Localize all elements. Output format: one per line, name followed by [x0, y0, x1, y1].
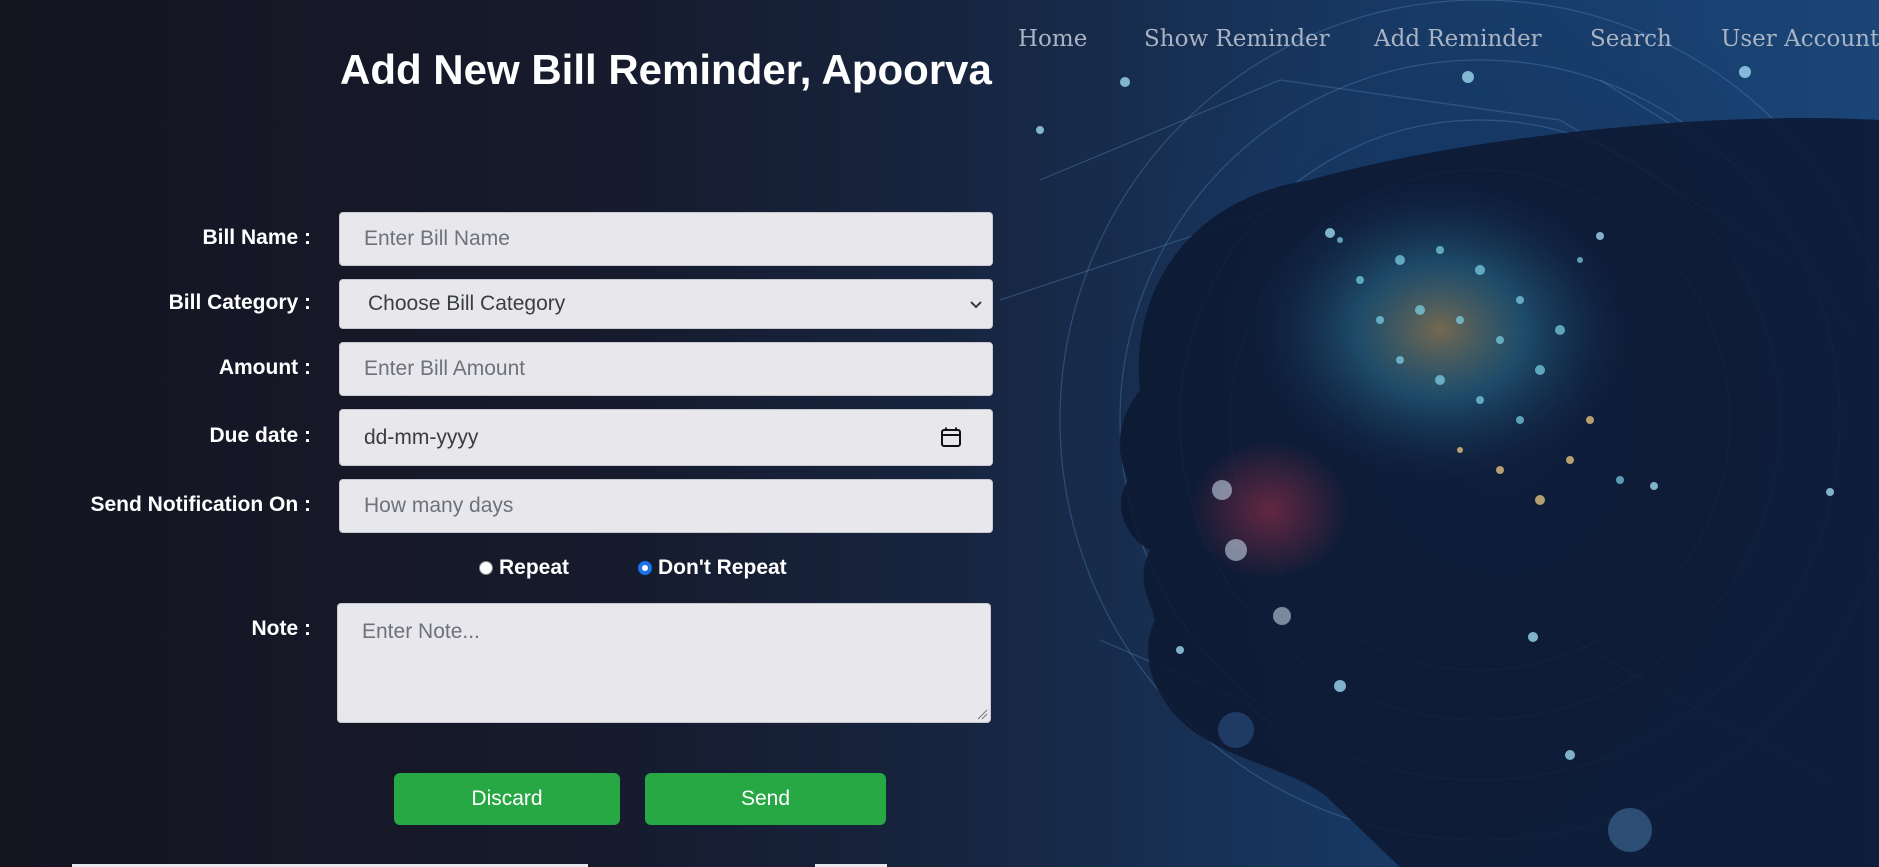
note-label: Note : — [251, 617, 312, 640]
notify-placeholder: How many days — [364, 494, 514, 517]
bill-name-input[interactable]: Enter Bill Name — [339, 212, 993, 266]
notify-days-input[interactable]: How many days — [339, 479, 993, 533]
dont-repeat-radio-label: Don't Repeat — [658, 556, 787, 579]
bill-name-label: Bill Name : — [202, 226, 311, 249]
nav-search[interactable]: Search — [1590, 26, 1672, 52]
chevron-down-icon — [970, 301, 982, 309]
due-date-label: Due date : — [209, 424, 311, 447]
send-button[interactable]: Send — [645, 773, 886, 825]
note-placeholder: Enter Note... — [362, 620, 480, 643]
nav-user-account[interactable]: User Account — [1721, 26, 1879, 52]
note-textarea[interactable]: Enter Note... — [337, 603, 991, 723]
dont-repeat-radio[interactable] — [638, 561, 652, 575]
due-date-input[interactable]: dd-mm-yyyy — [339, 409, 993, 466]
resize-grip-icon[interactable] — [976, 708, 988, 720]
repeat-radio-label: Repeat — [499, 556, 570, 579]
bill-category-select[interactable]: Choose Bill Category — [339, 279, 993, 329]
amount-placeholder: Enter Bill Amount — [364, 357, 526, 380]
notify-label: Send Notification On : — [90, 493, 312, 516]
repeat-radio[interactable] — [479, 561, 493, 575]
nav-show-reminder[interactable]: Show Reminder — [1144, 26, 1330, 52]
amount-label: Amount : — [218, 356, 311, 379]
dont-repeat-radio-option[interactable]: Don't Repeat — [638, 556, 787, 580]
amount-input[interactable]: Enter Bill Amount — [339, 342, 993, 396]
page-title: Add New Bill Reminder, Apoorva — [340, 46, 992, 93]
bill-category-label: Bill Category : — [168, 291, 311, 314]
nav-add-reminder[interactable]: Add Reminder — [1374, 26, 1542, 52]
calendar-icon[interactable] — [940, 426, 962, 448]
nav-home[interactable]: Home — [1018, 26, 1087, 52]
bill-name-placeholder: Enter Bill Name — [364, 227, 510, 250]
bill-category-value: Choose Bill Category — [368, 292, 566, 315]
due-date-placeholder: dd-mm-yyyy — [364, 425, 479, 449]
discard-button[interactable]: Discard — [394, 773, 620, 825]
repeat-radio-option[interactable]: Repeat — [479, 556, 569, 580]
